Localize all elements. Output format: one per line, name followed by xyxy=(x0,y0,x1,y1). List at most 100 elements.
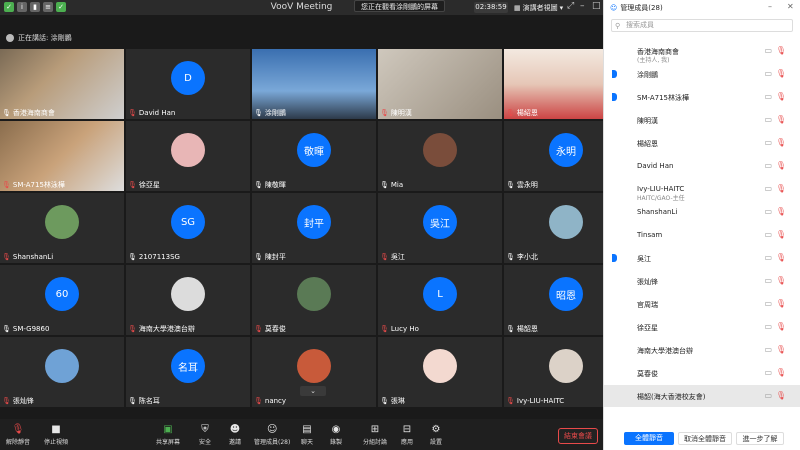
share-screen-button[interactable]: ▣ 共享屏幕 xyxy=(156,424,180,446)
camera-icon[interactable]: ▭ xyxy=(764,253,772,262)
participant-tile[interactable]: 封平 🎙 陳封平 xyxy=(252,193,376,263)
mic-off-icon[interactable]: 🎙 xyxy=(776,46,786,55)
member-search-input[interactable]: ⚲ 搜索成員 xyxy=(611,19,793,32)
breakout-button[interactable]: ⊞ 分組討論 xyxy=(363,424,387,446)
participant-tile[interactable]: 🎙 ShanshanLi xyxy=(0,193,124,263)
member-row[interactable]: 陳明漢 ▭ 🎙 xyxy=(604,109,800,131)
member-row[interactable]: 徐亞星 ▭ 🎙 xyxy=(604,316,800,338)
participant-tile[interactable]: L 🎙 Lucy Ho xyxy=(378,265,502,335)
layout-selector[interactable]: ▦ 演講者視圖 ▾ xyxy=(514,2,563,13)
mic-off-icon[interactable]: 🎙 xyxy=(776,184,786,193)
mic-off-icon[interactable]: 🎙 xyxy=(776,299,786,308)
record-button[interactable]: ◉ 錄製 xyxy=(330,424,342,446)
participant-tile[interactable]: 🎙 徐亞星 xyxy=(126,121,250,191)
unmute-button[interactable]: 🎙 解除靜音 xyxy=(6,424,30,446)
member-row[interactable]: 張灿锋 ▭ 🎙 xyxy=(604,270,800,292)
mic-off-icon[interactable]: 🎙 xyxy=(776,391,786,400)
member-row[interactable]: 涂剛鵬 ▭ 🎙 xyxy=(604,63,800,85)
camera-icon[interactable]: ▭ xyxy=(764,46,772,55)
participant-tile[interactable]: 敬暉 🎙 陳敬暉 xyxy=(252,121,376,191)
participant-tile[interactable]: 🎙 nancy xyxy=(252,337,376,407)
member-row[interactable]: 莫春俊 ▭ 🎙 xyxy=(604,362,800,384)
participant-name-label: 🎙 楊紹恩 xyxy=(506,107,538,118)
mic-off-icon[interactable]: 🎙 xyxy=(776,368,786,377)
camera-icon[interactable]: ▭ xyxy=(764,345,772,354)
stop-video-button[interactable]: ■ 停止視頻 xyxy=(44,424,68,446)
participant-tile[interactable]: 🎙 陳明漢 xyxy=(378,49,502,119)
camera-icon[interactable]: ▭ xyxy=(764,92,772,101)
mic-off-icon[interactable]: 🎙 xyxy=(776,345,786,354)
users-icon: ☺ xyxy=(266,424,278,435)
member-row[interactable]: ShanshanLi ▭ 🎙 xyxy=(604,201,800,223)
camera-icon[interactable]: ▭ xyxy=(764,299,772,308)
camera-icon[interactable]: ▭ xyxy=(764,69,772,78)
fullscreen-icon[interactable]: ⤢ xyxy=(567,1,574,11)
mic-off-icon[interactable]: 🎙 xyxy=(776,69,786,78)
participant-tile[interactable]: 🎙 香港海南商會 xyxy=(0,49,124,119)
mic-off-icon[interactable]: 🎙 xyxy=(776,115,786,124)
mic-off-icon: 🎙 xyxy=(128,108,137,117)
collapse-grid-button[interactable]: ⌄ xyxy=(300,386,326,396)
minimize-icon[interactable]: – xyxy=(768,2,772,11)
member-row[interactable]: Ivy-LIU-HAITC HAITC/GAO-主任 ▭ 🎙 xyxy=(604,178,800,202)
participant-name: 李小北 xyxy=(516,252,538,261)
camera-icon[interactable]: ▭ xyxy=(764,184,772,193)
settings-button[interactable]: ⚙ 設置 xyxy=(430,424,442,446)
end-meeting-button[interactable]: 結束會議 xyxy=(558,428,598,444)
camera-icon[interactable]: ▭ xyxy=(764,322,772,331)
gear-icon: ⚙ xyxy=(431,424,441,435)
member-row[interactable]: Tinsam ▭ 🎙 xyxy=(604,224,800,246)
camera-icon[interactable]: ▭ xyxy=(764,207,772,216)
mic-off-icon[interactable]: 🎙 xyxy=(776,161,786,170)
camera-icon[interactable]: ▭ xyxy=(764,368,772,377)
security-button[interactable]: ⛨ 安全 xyxy=(199,424,211,446)
member-row[interactable]: 官周瑞 ▭ 🎙 xyxy=(604,293,800,315)
invite-button[interactable]: ☻ 邀請 xyxy=(229,424,241,446)
close-icon[interactable]: ✕ xyxy=(787,2,794,11)
participant-tile[interactable]: 🎙 SM-A715林泳樺 xyxy=(0,121,124,191)
apps-button[interactable]: ⊟ 應用 xyxy=(401,424,413,446)
camera-icon[interactable]: ▭ xyxy=(764,138,772,147)
participant-name: 香港海南商會 xyxy=(12,108,55,117)
participant-tile[interactable]: 🎙 莫春俊 xyxy=(252,265,376,335)
member-row[interactable]: 吳江 ▭ 🎙 xyxy=(604,247,800,269)
participant-name-label: 🎙 Lucy Ho xyxy=(380,323,419,334)
mic-off-icon[interactable]: 🎙 xyxy=(776,138,786,147)
member-row[interactable]: 楊韶(海大香港校友會) ▭ 🎙 xyxy=(604,385,800,407)
member-row[interactable]: 楊紹恩 ▭ 🎙 xyxy=(604,132,800,154)
member-row[interactable]: 香港海南商會 (主持人, 我) ▭ 🎙 xyxy=(604,40,800,64)
chat-button[interactable]: ▤ 聊天 xyxy=(301,424,313,446)
member-row[interactable]: David Han ▭ 🎙 xyxy=(604,155,800,177)
participant-tile[interactable]: SG 🎙 2107113SG xyxy=(126,193,250,263)
maximize-icon[interactable]: □ xyxy=(592,1,601,11)
participant-tile[interactable]: 🎙 涂剛鵬 xyxy=(252,49,376,119)
participant-tile[interactable]: 吳江 🎙 吳江 xyxy=(378,193,502,263)
camera-icon[interactable]: ▭ xyxy=(764,391,772,400)
mic-icon: 🎙 xyxy=(380,396,389,405)
participant-tile[interactable]: 🎙 Mia xyxy=(378,121,502,191)
participant-tile[interactable]: 🎙 張琳 xyxy=(378,337,502,407)
participant-tile[interactable]: D 🎙 David Han xyxy=(126,49,250,119)
member-row[interactable]: SM-A715林泳樺 ▭ 🎙 xyxy=(604,86,800,108)
more-button[interactable]: 進一步了解 xyxy=(736,432,784,445)
camera-icon[interactable]: ▭ xyxy=(764,230,772,239)
participant-tile[interactable]: 🎙 張灿锋 xyxy=(0,337,124,407)
members-button[interactable]: ☺ 管理成員(28) xyxy=(254,424,290,446)
mic-icon: 🎙 xyxy=(506,324,515,333)
mic-off-icon[interactable]: 🎙 xyxy=(776,253,786,262)
camera-icon[interactable]: ▭ xyxy=(764,161,772,170)
participant-tile[interactable]: 60 🎙 SM-G9860 xyxy=(0,265,124,335)
camera-icon[interactable]: ▭ xyxy=(764,115,772,124)
mic-off-icon[interactable]: 🎙 xyxy=(776,230,786,239)
mic-off-icon[interactable]: 🎙 xyxy=(776,322,786,331)
mic-off-icon[interactable]: 🎙 xyxy=(776,276,786,285)
mute-all-button[interactable]: 全體靜音 xyxy=(624,432,674,445)
camera-icon[interactable]: ▭ xyxy=(764,276,772,285)
mic-off-icon[interactable]: 🎙 xyxy=(776,207,786,216)
participant-tile[interactable]: 🎙 海南大學港澳台辦 xyxy=(126,265,250,335)
participant-tile[interactable]: 名耳 🎙 陈名耳 xyxy=(126,337,250,407)
unmute-all-button[interactable]: 取消全體靜音 xyxy=(678,432,732,445)
minimize-icon[interactable]: – xyxy=(580,1,585,11)
member-row[interactable]: 海南大學港澳台辦 ▭ 🎙 xyxy=(604,339,800,361)
mic-off-icon[interactable]: 🎙 xyxy=(776,92,786,101)
